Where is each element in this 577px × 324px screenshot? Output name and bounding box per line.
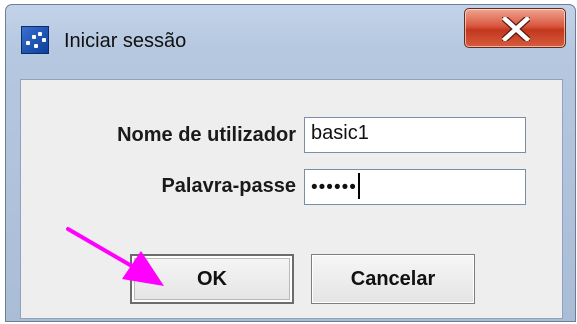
password-field[interactable]: •••••• — [304, 169, 526, 205]
close-button[interactable] — [464, 8, 566, 48]
cancel-button[interactable]: Cancelar — [311, 254, 475, 304]
app-dots-icon — [21, 26, 49, 54]
dialog-content: Nome de utilizador basic1 Palavra-passe … — [20, 79, 563, 319]
window-title: Iniciar sessão — [64, 30, 187, 52]
login-dialog-window: Iniciar sessão Nome de utilizador basic1… — [5, 4, 576, 322]
text-caret — [357, 173, 360, 199]
password-label: Palavra-passe — [161, 175, 296, 197]
close-icon — [502, 17, 530, 41]
username-label: Nome de utilizador — [117, 124, 296, 146]
title-bar[interactable]: Iniciar sessão — [6, 5, 575, 79]
username-field[interactable]: basic1 — [304, 117, 526, 153]
username-value: basic1 — [311, 122, 369, 144]
ok-button[interactable]: OK — [130, 254, 294, 304]
password-value: •••••• — [311, 177, 357, 199]
